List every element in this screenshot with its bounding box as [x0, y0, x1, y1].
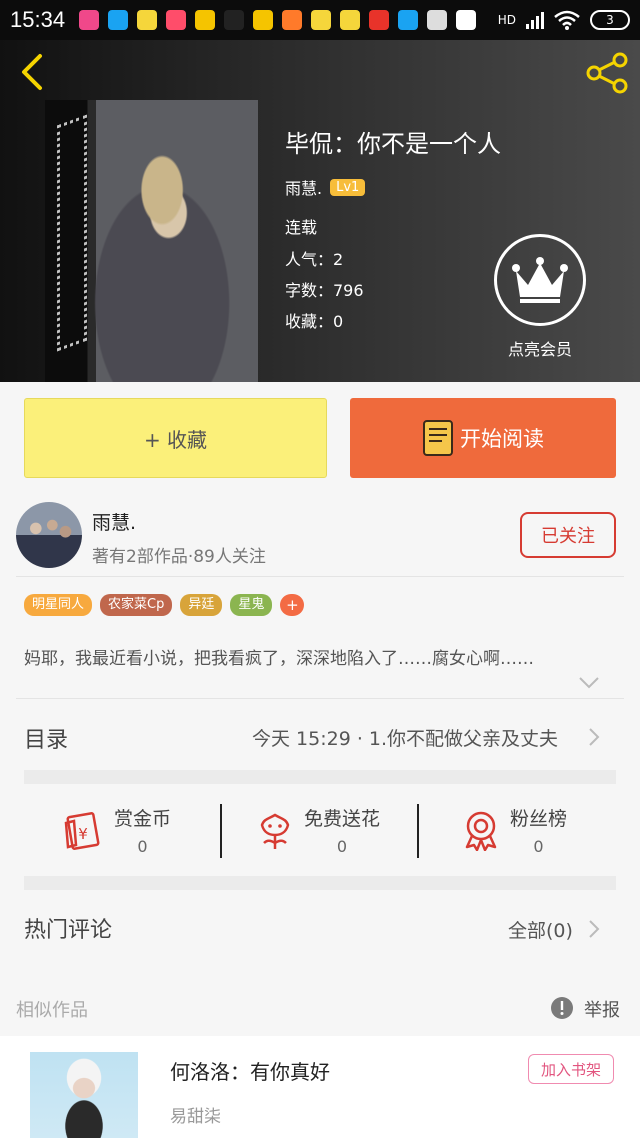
reward-fans[interactable]: 粉丝榜 0 [460, 800, 567, 860]
yellow-app-icon [195, 10, 216, 30]
similar-work-author: 易甜柒 [170, 1107, 221, 1127]
section-separator [24, 876, 616, 890]
divider [220, 804, 222, 858]
report-button[interactable]: 举报 [584, 996, 620, 1022]
reward-coins-value: 0 [137, 837, 148, 856]
author-level-badge: Lv1 [330, 178, 366, 196]
book-title: 毕侃：你不是一个人 [285, 130, 501, 158]
book-description[interactable]: 妈耶，我最近看小说，把我看疯了，深深地陷入了……腐女心啊…… [24, 644, 534, 669]
author-avatar[interactable] [16, 502, 82, 568]
status-time: 15:34 [10, 7, 66, 32]
follow-button[interactable]: 已关注 [520, 512, 616, 558]
share-icon[interactable] [584, 50, 630, 96]
crown-icon [512, 257, 568, 303]
reward-fans-label: 粉丝榜 [510, 808, 568, 830]
vip-button[interactable]: 点亮会员 [492, 234, 588, 360]
divider [16, 698, 624, 699]
music-app-icon [427, 10, 448, 30]
blue-app-icon [398, 10, 419, 30]
signal-icon [526, 11, 544, 29]
book-author[interactable]: 雨慧. [285, 175, 322, 199]
report-icon[interactable] [550, 996, 574, 1020]
similar-work-cover[interactable] [30, 1052, 138, 1138]
wifi-icon [554, 10, 580, 30]
network-label: HD [497, 13, 516, 27]
toc-label[interactable]: 目录 [24, 722, 68, 754]
status-bar: 15:34 HD 3 [0, 0, 640, 40]
yellow-app-icon [311, 10, 332, 30]
similar-work-title[interactable]: 何洛洛：有你真好 [170, 1056, 330, 1085]
vip-label: 点亮会员 [507, 340, 572, 359]
yellow-app-icon [340, 10, 361, 30]
start-reading-label: 开始阅读 [460, 427, 544, 451]
status-right: HD 3 [498, 10, 630, 30]
reward-fans-value: 0 [533, 837, 544, 856]
divider [16, 576, 624, 577]
add-to-shelf-button[interactable]: 加入书架 [528, 1054, 614, 1084]
start-reading-button[interactable]: 开始阅读 [350, 398, 616, 478]
tiktok-app-icon [224, 10, 245, 30]
book-cover [45, 100, 258, 382]
book-popularity: 人气：2 [285, 250, 344, 269]
play-store-app-icon [456, 10, 477, 30]
chevron-down-icon[interactable] [578, 676, 600, 690]
author-card-summary: 著有2部作品·89人关注 [92, 547, 266, 567]
book-header: 毕侃：你不是一个人 雨慧. Lv1 连载 人气：2 字数：796 收藏：0 点亮… [0, 40, 640, 382]
add-tag-button[interactable]: + [280, 594, 305, 616]
red-envelope-icon: ¥ [64, 812, 100, 850]
pink-app-icon [79, 10, 100, 30]
back-arrow-icon[interactable] [14, 52, 50, 92]
yellow-app-icon [137, 10, 158, 30]
medal-icon [465, 811, 497, 851]
section-separator [24, 770, 616, 784]
divider [417, 804, 419, 858]
battery-icon: 3 [590, 10, 630, 30]
all-comments-link[interactable]: 全部(0) [508, 916, 573, 943]
hot-comments-label: 热门评论 [24, 918, 113, 943]
red-app-icon [166, 10, 187, 30]
book-author-row: 雨慧. Lv1 [285, 175, 366, 199]
reward-coins-label: 赏金币 [114, 808, 172, 830]
book-word-count: 字数：796 [285, 281, 364, 300]
red-app-icon [369, 10, 390, 30]
book-favorites: 收藏：0 [285, 312, 344, 331]
svg-text:¥: ¥ [78, 825, 88, 843]
similar-works-label: 相似作品 [16, 1000, 88, 1021]
tag-chip[interactable]: 明星同人 [24, 594, 93, 616]
reward-flowers-value: 0 [336, 837, 348, 856]
reward-coins[interactable]: ¥ 赏金币 0 [64, 800, 171, 860]
vip-crown-circle [494, 234, 586, 326]
chevron-right-icon[interactable] [588, 727, 600, 747]
book-status: 连载 [285, 218, 318, 237]
book-icon [423, 420, 453, 456]
flower-icon [260, 813, 290, 849]
chevron-right-icon[interactable] [588, 919, 600, 939]
tag-chip[interactable]: 异廷 [180, 594, 223, 616]
author-card-name[interactable]: 雨慧. [92, 508, 136, 535]
tag-list: 明星同人 农家菜Cp 异廷 星鬼 + [24, 594, 305, 616]
orange-app-icon [282, 10, 303, 30]
blue-app-icon [108, 10, 129, 30]
toc-latest-chapter[interactable]: 今天 15:29 · 1.你不配做父亲及丈夫 [252, 724, 558, 751]
collect-button[interactable]: + 收藏 [24, 398, 327, 478]
notification-icons [79, 10, 477, 30]
reward-flowers[interactable]: 免费送花 0 [254, 800, 380, 860]
yellow-app-icon [253, 10, 274, 30]
tag-chip[interactable]: 农家菜Cp [100, 594, 173, 616]
reward-flowers-label: 免费送花 [304, 808, 381, 830]
tag-chip[interactable]: 星鬼 [230, 594, 273, 616]
